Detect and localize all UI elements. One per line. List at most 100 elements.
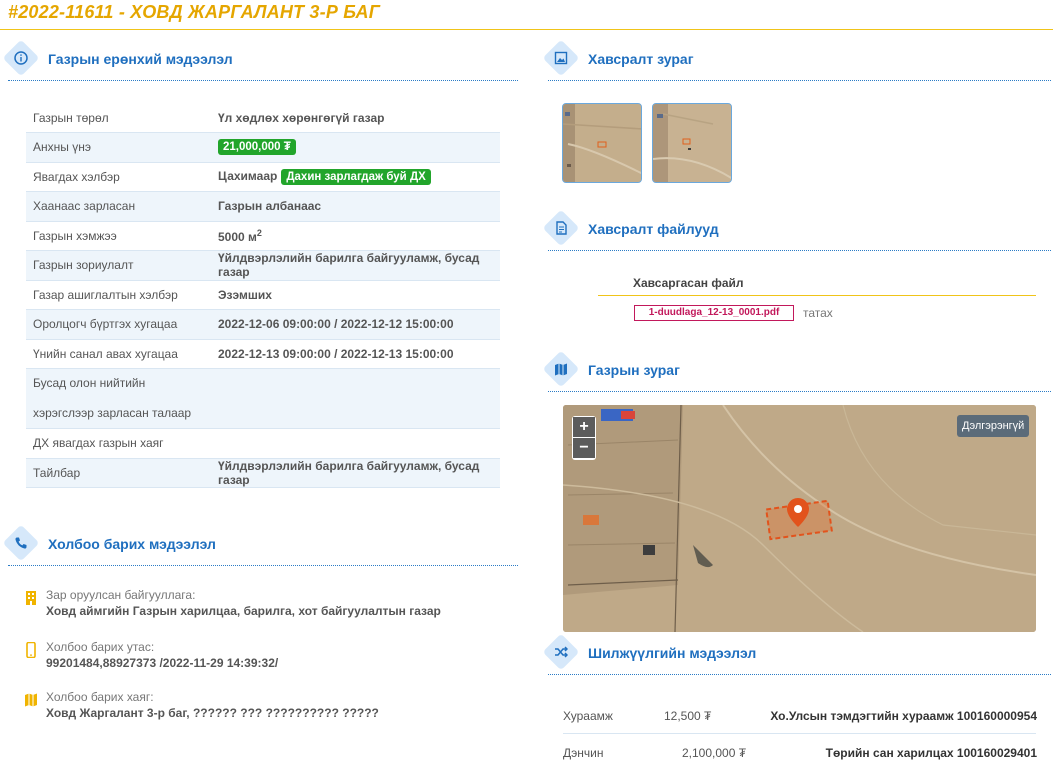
info-value-badge: 21,000,000 ₮ xyxy=(218,139,296,156)
contact-address-value: Ховд Жаргалант 3-р баг, ?????? ??? ?????… xyxy=(46,706,379,720)
section-title: Холбоо барих мэдээлэл xyxy=(48,536,216,552)
files-column-header: Хавсаргасан файл xyxy=(633,276,744,290)
info-value-text: 5000 м xyxy=(218,229,257,244)
contact-org-value: Ховд аймгийн Газрын харилцаа, барилга, х… xyxy=(46,604,441,618)
attached-image-1[interactable] xyxy=(562,103,642,183)
info-row: Явагдах хэлбэр Цахимаар Дахин зарлагдаж бу… xyxy=(26,162,500,192)
info-icon xyxy=(8,45,34,71)
info-row-value xyxy=(211,368,500,429)
land-map[interactable] xyxy=(563,405,1036,632)
satellite-thumbnail xyxy=(653,104,731,182)
section-transfer: Шилжүүлгийн мэдээлэл xyxy=(542,633,1051,675)
info-row-label: Газрын төрөл xyxy=(26,103,211,133)
map-icon xyxy=(548,356,574,382)
info-value-text: Үйлдвэрлэлийн барилга байгууламж, бусад … xyxy=(218,458,480,487)
info-row: Бусад олон нийтийн хэрэгслээр зарласан т… xyxy=(26,368,500,429)
info-row: Оролцогч бүртгэх хугацаа 2022-12-06 09:00… xyxy=(26,309,500,340)
info-row-value: Газрын албанаас xyxy=(211,191,500,222)
section-title: Газрын зураг xyxy=(588,362,680,378)
info-value-badge: Дахин зарлагдаж буй ДХ xyxy=(281,168,431,185)
info-row-label: ДХ явагдах газрын хаяг xyxy=(26,428,211,459)
section-map: Газрын зураг xyxy=(542,350,1051,392)
files-table-header: Хавсаргасан файл xyxy=(598,268,1036,296)
transfer-deposit-label: Дэнчин xyxy=(563,746,604,760)
transfer-fee-label: Хураамж xyxy=(563,709,613,723)
section-title: Хавсралт файлууд xyxy=(588,221,719,237)
download-link[interactable]: татах xyxy=(803,306,833,320)
transfer-fee-account: Хо.Улсын тэмдэгтийн хураамж 100160000954 xyxy=(770,709,1037,723)
info-value-text: Газрын албанаас xyxy=(218,199,322,214)
info-row-value: Эзэмших xyxy=(211,280,500,310)
info-row-label: Газрын хэмжээ xyxy=(26,221,211,251)
info-row-label: Анхны үнэ xyxy=(26,132,211,163)
info-row: Тайлбар Үйлдвэрлэлийн барилга байгууламж,… xyxy=(26,458,500,488)
info-value-text: Үйлдвэрлэлийн барилга байгууламж, бусад … xyxy=(218,251,480,280)
attached-image-2[interactable] xyxy=(652,103,732,183)
info-row: Газар ашиглалтын хэлбэр Эзэмших xyxy=(26,280,500,310)
phone-icon xyxy=(8,530,34,556)
transfer-deposit-amount: 2,100,000 ₮ xyxy=(682,746,747,760)
info-row: Үнийн санал авах хугацаа 2022-12-13 09:00… xyxy=(26,339,500,369)
info-value-text: 2022-12-13 09:00:00 / 2022-12-13 15:00:0… xyxy=(218,346,454,361)
map-details-button[interactable]: Дэлгэрэнгүй xyxy=(957,415,1030,437)
info-row-value: Цахимаар Дахин зарлагдаж буй ДХ xyxy=(211,162,500,192)
section-title: Хавсралт зураг xyxy=(588,51,694,67)
info-row-label: Үнийн санал авах хугацаа xyxy=(26,339,211,369)
page-title: #2022-11611 - ХОВД ЖАРГАЛАНТ 3-Р БАГ xyxy=(8,2,380,23)
transfer-fee-amount: 12,500 ₮ xyxy=(664,709,712,723)
info-row: Хаанаас зарласан Газрын албанаас xyxy=(26,191,500,222)
transfer-divider xyxy=(563,733,1036,734)
info-row-label: Оролцогч бүртгэх хугацаа xyxy=(26,309,211,340)
info-row-label: Газрын зориулалт xyxy=(26,250,211,281)
info-row-value: Үл хөдлөх хөрөнгөгүй газар xyxy=(211,103,500,133)
section-attached-files: Хавсралт файлууд xyxy=(542,209,1051,251)
info-value-text: Цахимаар xyxy=(218,168,278,183)
info-row-label: Бусад олон нийтийн хэрэгслээр зарласан т… xyxy=(26,368,211,429)
info-row-value: 21,000,000 ₮ xyxy=(211,132,500,163)
satellite-map-image xyxy=(563,405,1036,632)
section-contact: Холбоо барих мэдээлэл xyxy=(2,524,518,566)
contact-phone-value: 99201484,88927373 /2022-11-29 14:39:32/ xyxy=(46,656,279,670)
section-general-info: Газрын ерөнхий мэдээлэл xyxy=(2,39,518,81)
auction-code: #2022-11611 xyxy=(8,2,114,22)
section-title: Газрын ерөнхий мэдээлэл xyxy=(48,51,233,67)
transfer-deposit-account: Төрийн сан харилцах 100160029401 xyxy=(825,746,1037,760)
map-icon xyxy=(25,693,37,707)
info-row-value: Үйлдвэрлэлийн барилга байгууламж, бусад … xyxy=(211,458,500,488)
info-row: ДХ явагдах газрын хаяг xyxy=(26,428,500,459)
info-row-value xyxy=(211,428,500,459)
info-row: Газрын зориулалт Үйлдвэрлэлийн барилга ба… xyxy=(26,250,500,281)
attached-file-link[interactable]: 1-duudlaga_12-13_0001.pdf xyxy=(634,305,794,321)
info-row-value: Үйлдвэрлэлийн барилга байгууламж, бусад … xyxy=(211,250,500,281)
info-value-sup: 2 xyxy=(256,227,262,238)
info-row-label: Явагдах хэлбэр xyxy=(26,162,211,192)
page-header: #2022-11611 - ХОВД ЖАРГАЛАНТ 3-Р БАГ xyxy=(0,0,1053,30)
info-row: Газрын төрөл Үл хөдлөх хөрөнгөгүй газар xyxy=(26,103,500,133)
zoom-in-button[interactable]: + xyxy=(573,417,595,437)
info-value-text: 2022-12-06 09:00:00 / 2022-12-12 15:00:0… xyxy=(218,317,454,332)
info-row: Анхны үнэ 21,000,000 ₮ xyxy=(26,132,500,163)
info-row-label: Хаанаас зарласан xyxy=(26,191,211,222)
section-title: Шилжүүлгийн мэдээлэл xyxy=(588,645,757,661)
info-row-value: 2022-12-13 09:00:00 / 2022-12-13 15:00:0… xyxy=(211,339,500,369)
file-icon xyxy=(548,215,574,241)
mobile-icon xyxy=(26,642,36,658)
image-icon xyxy=(548,45,574,71)
general-info-table: Газрын төрөл Үл хөдлөх хөрөнгөгүй газар Ан… xyxy=(26,103,500,488)
title-separator: - xyxy=(113,2,131,22)
contact-address-label: Холбоо барих хаяг: xyxy=(46,690,154,704)
info-row-label: Тайлбар xyxy=(26,458,211,488)
shuffle-icon xyxy=(548,639,574,665)
info-row-value: 5000 м2 xyxy=(211,221,500,251)
satellite-thumbnail xyxy=(563,104,641,182)
info-row: Газрын хэмжээ 5000 м2 xyxy=(26,221,500,251)
info-row-label: Газар ашиглалтын хэлбэр xyxy=(26,280,211,310)
info-value-text: Үл хөдлөх хөрөнгөгүй газар xyxy=(218,110,385,125)
section-attached-images: Хавсралт зураг xyxy=(542,39,1051,81)
contact-phone-label: Холбоо барих утас: xyxy=(46,640,155,654)
contact-org-label: Зар оруулсан байгууллага: xyxy=(46,588,196,602)
auction-name: ХОВД ЖАРГАЛАНТ 3-Р БАГ xyxy=(130,2,380,22)
building-icon xyxy=(26,591,36,605)
info-value-text: Эзэмших xyxy=(218,287,272,302)
zoom-out-button[interactable]: − xyxy=(573,438,595,458)
